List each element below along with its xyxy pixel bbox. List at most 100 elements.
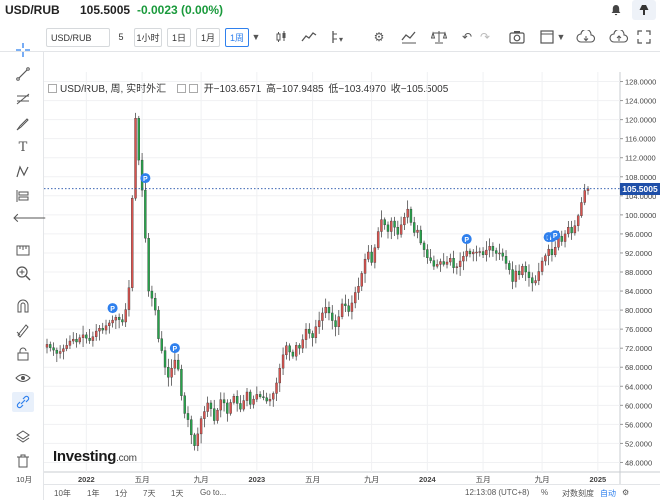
candle-body — [406, 208, 409, 218]
candle-body — [485, 249, 488, 256]
candle-body — [521, 266, 524, 276]
candle-body — [219, 399, 222, 411]
candle-body — [249, 391, 252, 405]
candle-body — [154, 298, 157, 311]
candle-body — [383, 219, 386, 226]
candle-body — [478, 251, 481, 253]
candle-body — [576, 215, 580, 226]
y-tick-label: 96.0000 — [625, 230, 652, 239]
candle-body — [409, 208, 413, 223]
candle-body — [216, 409, 219, 421]
y-tick-label: 56.0000 — [625, 420, 652, 429]
candle-body — [94, 330, 98, 337]
chart-settings-icon[interactable]: ⚙ — [622, 488, 629, 497]
candle-body — [104, 325, 108, 331]
candle-body — [131, 198, 134, 288]
x-tick-label: 五月 — [305, 475, 320, 484]
candle-body — [531, 277, 534, 284]
candle-body — [347, 305, 350, 312]
candle-body — [147, 238, 150, 292]
candle-body — [157, 309, 160, 339]
log-scale-toggle[interactable]: 对数刻度 — [562, 488, 594, 499]
price-chart[interactable]: 48.0000 52.0000 56.0000 60.0000 64.0000 68.00… — [0, 0, 660, 500]
candle-body — [298, 345, 301, 349]
candle-body — [281, 354, 285, 369]
candle-body — [481, 251, 485, 256]
candle-body — [445, 261, 449, 265]
candle-body — [468, 250, 472, 255]
candle-body — [144, 189, 147, 239]
candle-body — [167, 367, 170, 378]
candle-body — [163, 350, 167, 368]
candle-body — [501, 252, 504, 257]
range-10y[interactable]: 10年 — [54, 488, 71, 499]
candle-body — [327, 307, 331, 314]
candle-body — [68, 340, 72, 346]
candle-body — [449, 258, 452, 263]
candle-body — [504, 256, 508, 264]
candle-body — [304, 328, 308, 340]
candle-body — [432, 260, 436, 267]
y-tick-label: 52.0000 — [625, 439, 652, 448]
candle-body — [314, 326, 318, 338]
candle-body — [49, 344, 52, 348]
y-tick-label: 80.0000 — [625, 306, 652, 315]
candle-body — [65, 345, 68, 349]
candle-body — [462, 256, 465, 262]
candle-body — [255, 394, 259, 400]
candle-body — [373, 247, 377, 263]
range-7d[interactable]: 7天 — [143, 488, 155, 499]
y-tick-label: 60.0000 — [625, 401, 652, 410]
range-1m[interactable]: 1分 — [115, 488, 127, 499]
candle-body — [278, 368, 281, 384]
candle-body — [560, 236, 563, 242]
candle-body — [380, 219, 383, 232]
candle-body — [455, 266, 459, 268]
candle-body — [540, 260, 544, 272]
candle-body — [265, 397, 268, 402]
candle-body — [245, 391, 249, 401]
candle-body — [354, 292, 357, 304]
goto-button[interactable]: Go to... — [200, 488, 226, 497]
candle-body — [563, 233, 567, 242]
candle-body — [206, 402, 209, 412]
candle-body — [150, 290, 154, 299]
range-1y[interactable]: 1年 — [87, 488, 99, 499]
candle-body — [363, 258, 367, 274]
candle-body — [324, 307, 327, 314]
candle-body — [422, 242, 426, 250]
percent-toggle[interactable]: % — [541, 488, 548, 497]
candle-body — [180, 368, 183, 396]
candle-body — [242, 400, 245, 410]
candle-body — [75, 338, 78, 343]
y-tick-label: 112.0000 — [625, 154, 656, 163]
candle-body — [331, 312, 334, 321]
candle-body — [442, 261, 445, 265]
candle-body — [570, 227, 573, 234]
candle-body — [495, 250, 498, 254]
candle-body — [491, 246, 495, 251]
candle-body — [301, 339, 304, 349]
candle-body — [376, 231, 380, 248]
event-marker-label: P — [173, 346, 178, 353]
candle-body — [524, 266, 527, 273]
logo-name: Investing — [53, 448, 117, 465]
candle-body — [475, 251, 478, 254]
candle-body — [393, 220, 396, 228]
auto-scale-toggle[interactable]: 自动 — [600, 488, 616, 499]
candle-body — [193, 434, 196, 446]
candle-body — [294, 345, 298, 357]
candle-body — [252, 398, 255, 405]
candle-body — [416, 229, 419, 233]
x-tick-label: 2024 — [419, 475, 437, 484]
candle-body — [124, 309, 127, 323]
y-tick-label: 128.0000 — [625, 78, 656, 87]
candle-body — [439, 261, 442, 265]
y-tick-label: 68.0000 — [625, 363, 652, 372]
chart-app: USD/RUB 105.5005 -0.0023 (0.00%) USD/RUB… — [0, 0, 660, 500]
candle-body — [81, 334, 85, 338]
range-1d[interactable]: 1天 — [171, 488, 183, 499]
candle-body — [554, 247, 557, 256]
candle-body — [232, 396, 236, 403]
candle-body — [340, 303, 344, 317]
